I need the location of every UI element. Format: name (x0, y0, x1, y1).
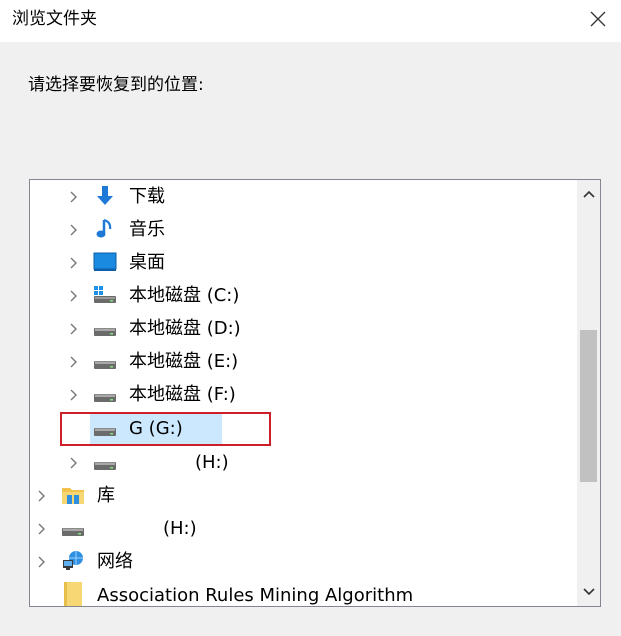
tree-item-label: 音乐 (129, 219, 165, 240)
folder-tree[interactable]: 下载 音乐 桌面 本地磁盘 (C:) 本地磁盘 (D:) 本地磁盘 (E:) 本… (29, 179, 601, 607)
prompt-text: 请选择要恢复到的位置: (28, 75, 204, 95)
tree-item-label: G (G:) (129, 418, 183, 439)
drive-icon (93, 383, 117, 405)
download-arrow-icon (93, 185, 117, 207)
chevron-up-icon (582, 190, 595, 198)
drive-icon (93, 451, 117, 473)
chevron-right-icon[interactable] (66, 446, 82, 479)
tree-item-label: 本地磁盘 (D:) (129, 318, 241, 339)
chevron-right-icon[interactable] (66, 378, 82, 411)
vertical-scrollbar[interactable] (577, 180, 600, 606)
chevron-down-icon (582, 588, 595, 596)
tree-item-drive-e[interactable]: 本地磁盘 (E:) (30, 345, 575, 378)
tree-item-folder-association-rules[interactable]: Association Rules Mining Algorithm (30, 579, 575, 606)
library-folder-icon (61, 484, 85, 506)
tree-item-drive-h-root[interactable]: (H:) (30, 512, 575, 545)
music-note-icon (93, 218, 117, 240)
tree-item-label: 桌面 (129, 252, 165, 273)
tree-item-libraries[interactable]: 库 (30, 479, 575, 512)
tree-item-drive-g[interactable]: G (G:) (30, 412, 575, 445)
chevron-right-icon[interactable] (66, 279, 82, 312)
tree-item-network[interactable]: 网络 (30, 545, 575, 578)
drive-icon (93, 417, 117, 439)
title-bar: 浏览文件夹 (0, 0, 621, 42)
chevron-right-icon[interactable] (66, 345, 82, 378)
chevron-right-icon[interactable] (34, 512, 50, 545)
tree-item-label: 本地磁盘 (C:) (129, 285, 240, 306)
scrollbar-thumb[interactable] (580, 330, 597, 482)
chevron-right-icon[interactable] (34, 479, 50, 512)
tree-item-label: 本地磁盘 (F:) (129, 384, 236, 405)
tree-item-drive-f[interactable]: 本地磁盘 (F:) (30, 378, 575, 411)
close-icon (590, 11, 606, 27)
tree-item-label: 库 (97, 485, 115, 506)
scroll-up-button[interactable] (577, 180, 600, 208)
network-icon (61, 550, 85, 572)
chevron-right-icon[interactable] (66, 312, 82, 345)
tree-item-downloads[interactable]: 下载 (30, 180, 575, 213)
folder-icon (61, 582, 85, 606)
tree-item-music[interactable]: 音乐 (30, 213, 575, 246)
tree-item-label: 网络 (97, 551, 133, 572)
chevron-right-icon[interactable] (66, 213, 82, 246)
scroll-down-button[interactable] (577, 578, 600, 606)
chevron-right-icon[interactable] (66, 246, 82, 279)
tree-item-label: Association Rules Mining Algorithm (97, 585, 414, 606)
drive-icon (93, 350, 117, 372)
tree-item-label: 下载 (129, 186, 165, 207)
desktop-icon (93, 251, 117, 273)
drive-icon (61, 517, 85, 539)
tree-item-drive-d[interactable]: 本地磁盘 (D:) (30, 312, 575, 345)
tree-item-desktop[interactable]: 桌面 (30, 246, 575, 279)
window-title: 浏览文件夹 (12, 9, 97, 29)
drive-icon (93, 317, 117, 339)
tree-item-label: 本地磁盘 (E:) (129, 351, 239, 372)
chevron-right-icon[interactable] (66, 180, 82, 213)
windows-drive-icon (93, 284, 117, 306)
chevron-right-icon[interactable] (34, 545, 50, 578)
tree-item-drive-h[interactable]: (H:) (30, 446, 575, 479)
tree-item-label: (H:) (195, 452, 229, 473)
tree-item-label: (H:) (163, 518, 197, 539)
tree-item-drive-c[interactable]: 本地磁盘 (C:) (30, 279, 575, 312)
close-button[interactable] (575, 0, 621, 38)
